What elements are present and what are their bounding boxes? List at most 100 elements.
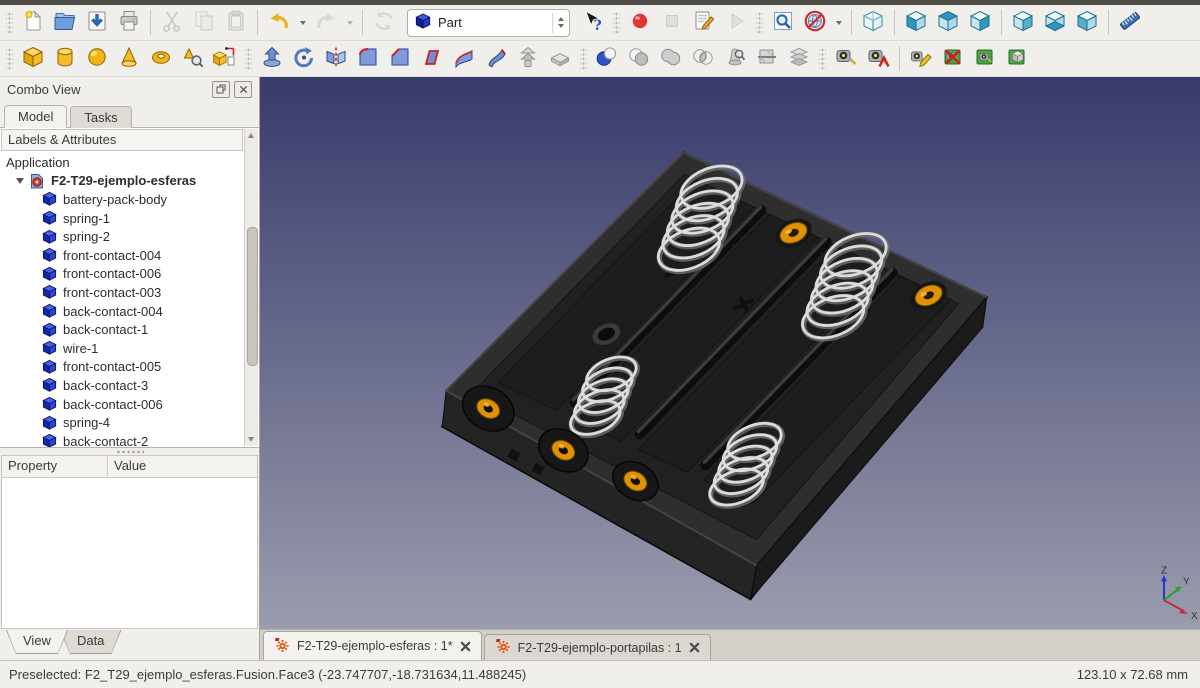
shape-builder-button[interactable] — [210, 44, 240, 74]
macro-record-button[interactable] — [625, 8, 655, 38]
scrollbar-thumb[interactable] — [247, 227, 258, 365]
view-left-button[interactable] — [1072, 8, 1102, 38]
tree-item-back-contact-3[interactable]: back-contact-3 — [5, 376, 259, 395]
loft-button[interactable] — [481, 44, 511, 74]
tree-item-spring-1[interactable]: spring-1 — [5, 209, 259, 228]
view-axonometric-button[interactable] — [858, 8, 888, 38]
document-tab-2[interactable]: F2-T29-ejemplo-portapilas : 1 — [484, 634, 711, 660]
boolean-intersection-button[interactable] — [688, 44, 718, 74]
tree-item-front-contact-004[interactable]: front-contact-004 — [5, 246, 259, 265]
primitives-dialog-button[interactable] — [178, 44, 208, 74]
tree-item-document[interactable]: F2-T29-ejemplo-esferas — [5, 172, 259, 191]
measure-linear-button[interactable] — [831, 44, 861, 74]
document-area: ZYX F2-T29-ejemplo-esferas : 1*F2-T29-ej… — [260, 77, 1200, 660]
bottom-tab-view[interactable]: View — [6, 630, 68, 654]
make-face-button[interactable] — [417, 44, 447, 74]
undo-dropdown-button[interactable] — [296, 8, 309, 38]
fit-all-button[interactable] — [768, 8, 798, 38]
cross-section-button[interactable] — [752, 44, 782, 74]
undo-button[interactable] — [264, 8, 294, 38]
print-document-button[interactable] — [114, 8, 144, 38]
toolbar-handle[interactable] — [819, 47, 826, 71]
boolean-button[interactable] — [592, 44, 622, 74]
boolean-cut-button[interactable] — [624, 44, 654, 74]
measure-toggle-all-button[interactable] — [970, 44, 1000, 74]
float-panel-button[interactable] — [212, 81, 230, 98]
draw-style-button[interactable] — [800, 8, 830, 38]
combo-spinner[interactable] — [552, 13, 564, 33]
fillet-button[interactable] — [353, 44, 383, 74]
view-right-button[interactable] — [965, 8, 995, 38]
measure-clear-all-button[interactable] — [938, 44, 968, 74]
tree-item-back-contact-006[interactable]: back-contact-006 — [5, 395, 259, 414]
offset-button[interactable] — [545, 44, 575, 74]
revolve-button[interactable] — [289, 44, 319, 74]
view-bottom-button[interactable] — [1040, 8, 1070, 38]
scroll-up-icon[interactable] — [248, 133, 254, 138]
toolbar-part-workbench — [0, 41, 1200, 77]
sweep-button[interactable] — [513, 44, 543, 74]
tree-item-wire-1[interactable]: wire-1 — [5, 339, 259, 358]
chamfer-button[interactable] — [385, 44, 415, 74]
tree-item-spring-2[interactable]: spring-2 — [5, 227, 259, 246]
primitive-cone-button[interactable] — [114, 44, 144, 74]
tree-root-application[interactable]: Application — [5, 153, 259, 172]
extrude-button[interactable] — [257, 44, 287, 74]
mirror-button[interactable] — [321, 44, 351, 74]
macro-record-icon — [628, 9, 652, 36]
tree-item-label: back-contact-004 — [63, 304, 163, 319]
labels-attributes-header[interactable]: Labels & Attributes — [1, 129, 243, 151]
close-panel-button[interactable] — [234, 81, 252, 98]
toolbar-handle[interactable] — [580, 47, 587, 71]
tree-item-front-contact-003[interactable]: front-contact-003 — [5, 283, 259, 302]
value-column-header[interactable]: Value — [108, 456, 257, 477]
tree-item-back-contact-004[interactable]: back-contact-004 — [5, 302, 259, 321]
panel-splitter[interactable] — [0, 448, 259, 455]
close-tab-icon[interactable] — [689, 642, 700, 653]
tree-item-back-contact-2[interactable]: back-contact-2 — [5, 432, 259, 447]
workbench-selector[interactable]: Part — [407, 9, 570, 37]
save-document-button[interactable] — [82, 8, 112, 38]
3d-viewport[interactable]: ZYX — [260, 77, 1200, 629]
primitive-box-button[interactable] — [18, 44, 48, 74]
cross-sections-button[interactable] — [784, 44, 814, 74]
toolbar-handle[interactable] — [756, 11, 763, 35]
primitive-sphere-button[interactable] — [82, 44, 112, 74]
open-document-button[interactable] — [50, 8, 80, 38]
tree-item-back-contact-1[interactable]: back-contact-1 — [5, 320, 259, 339]
boolean-union-button[interactable] — [656, 44, 686, 74]
expand-caret-icon[interactable] — [16, 178, 24, 184]
primitive-cylinder-button[interactable] — [50, 44, 80, 74]
measure-toggle-3d-button[interactable] — [1002, 44, 1032, 74]
toolbar-handle[interactable] — [613, 11, 620, 35]
whats-this-button[interactable]: ? — [578, 8, 608, 38]
tree-scrollbar[interactable] — [244, 129, 258, 446]
property-column-header[interactable]: Property — [2, 456, 108, 477]
measure-distance-button[interactable] — [1115, 8, 1145, 38]
measure-angular-button[interactable] — [863, 44, 893, 74]
view-top-button[interactable] — [933, 8, 963, 38]
view-front-button[interactable] — [901, 8, 931, 38]
tree-item-spring-4[interactable]: spring-4 — [5, 413, 259, 432]
tree-item-front-contact-006[interactable]: front-contact-006 — [5, 265, 259, 284]
tree-item-front-contact-005[interactable]: front-contact-005 — [5, 358, 259, 377]
ruled-surface-button[interactable] — [449, 44, 479, 74]
toolbar-handle[interactable] — [6, 11, 13, 35]
check-geometry-button[interactable] — [720, 44, 750, 74]
close-tab-icon[interactable] — [460, 641, 471, 652]
measure-refresh-button[interactable] — [906, 44, 936, 74]
scroll-down-icon[interactable] — [248, 437, 254, 442]
redo-dropdown-button[interactable] — [343, 8, 356, 38]
primitive-torus-button[interactable] — [146, 44, 176, 74]
tab-tasks[interactable]: Tasks — [70, 106, 131, 128]
toolbar-handle[interactable] — [6, 47, 13, 71]
tree-item-battery-pack-body[interactable]: battery-pack-body — [5, 190, 259, 209]
view-rear-button[interactable] — [1008, 8, 1038, 38]
document-tab-1[interactable]: F2-T29-ejemplo-esferas : 1* — [263, 631, 482, 660]
draw-style-dropdown-button[interactable] — [832, 8, 845, 38]
macro-edit-button[interactable] — [689, 8, 719, 38]
new-document-button[interactable] — [18, 8, 48, 38]
tab-model[interactable]: Model — [4, 105, 67, 128]
toolbar-handle[interactable] — [245, 47, 252, 71]
bottom-tab-data[interactable]: Data — [60, 630, 121, 654]
